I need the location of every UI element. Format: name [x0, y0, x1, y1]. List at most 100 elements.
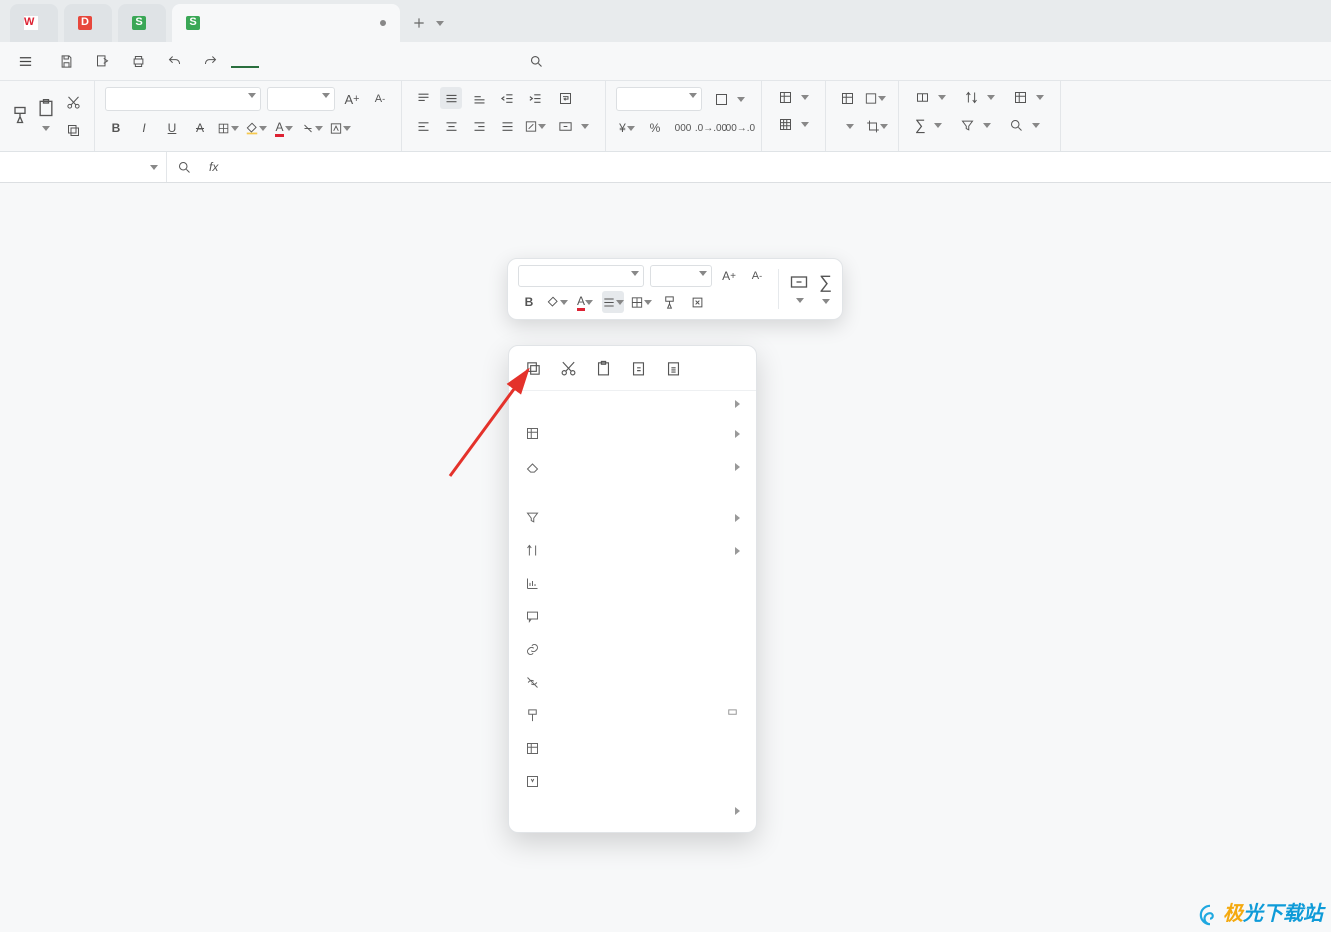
ctx-clear[interactable]: [509, 450, 756, 483]
ctx-cut-icon[interactable]: [560, 360, 577, 380]
mini-clear-icon[interactable]: [686, 291, 708, 313]
fill-color-icon[interactable]: [245, 117, 267, 139]
menu-formula[interactable]: [315, 55, 343, 67]
find-button[interactable]: [1003, 115, 1046, 136]
menu-view[interactable]: [399, 55, 427, 67]
mini-font-color-icon[interactable]: A: [574, 291, 596, 313]
ctx-format-painter[interactable]: [509, 699, 756, 732]
align-bottom-icon[interactable]: [468, 87, 490, 109]
justify-icon[interactable]: [496, 115, 518, 137]
align-top-icon[interactable]: [412, 87, 434, 109]
font-size-select[interactable]: [267, 87, 335, 111]
menu-insert[interactable]: [259, 55, 287, 67]
menu-efficiency[interactable]: [483, 55, 511, 67]
phonetic-icon[interactable]: [329, 117, 351, 139]
menu-member[interactable]: [455, 55, 483, 67]
currency-icon[interactable]: ¥: [616, 117, 638, 139]
fx-icon[interactable]: fx: [201, 160, 226, 174]
wrap-button[interactable]: [552, 88, 583, 109]
file-menu[interactable]: [10, 50, 45, 73]
zoom-search-icon[interactable]: [173, 156, 195, 178]
convert-button[interactable]: [708, 89, 751, 110]
menu-review[interactable]: [371, 55, 399, 67]
indent-inc-icon[interactable]: [524, 87, 546, 109]
align-center-icon[interactable]: [440, 115, 462, 137]
dec-inc-icon[interactable]: .0→.00: [700, 117, 722, 139]
ctx-paste-icon[interactable]: [595, 360, 612, 380]
increase-font-icon[interactable]: A+: [341, 88, 363, 110]
fill-button[interactable]: [909, 87, 952, 108]
thousands-icon[interactable]: 000: [672, 117, 694, 139]
mini-dec-font-icon[interactable]: A-: [746, 265, 768, 287]
mini-font-size[interactable]: [650, 265, 712, 287]
paste-button[interactable]: [36, 98, 56, 134]
align-middle-icon[interactable]: [440, 87, 462, 109]
ctx-remove-hyperlink[interactable]: [509, 666, 756, 699]
strike-icon[interactable]: A: [189, 117, 211, 139]
copy-icon[interactable]: [62, 119, 84, 141]
name-box[interactable]: [0, 152, 167, 182]
save-icon[interactable]: [55, 50, 77, 72]
tab-workbook1[interactable]: S: [118, 4, 166, 42]
ctx-copy-icon[interactable]: [525, 360, 542, 380]
cut-icon[interactable]: [62, 91, 84, 113]
border-icon[interactable]: [217, 117, 239, 139]
mini-align-icon[interactable]: [602, 291, 624, 313]
clear-format-icon[interactable]: [301, 117, 323, 139]
mini-merge-button[interactable]: [789, 272, 809, 306]
format-painter-button[interactable]: [10, 105, 30, 127]
align-left-icon[interactable]: [412, 115, 434, 137]
dec-dec-icon[interactable]: .00→.0: [728, 117, 750, 139]
freeze-button[interactable]: [1007, 87, 1050, 108]
sum-button[interactable]: ∑: [909, 114, 948, 137]
ctx-paste-text-icon[interactable]: [630, 360, 647, 380]
crop-icon[interactable]: [866, 115, 888, 137]
ctx-hyperlink[interactable]: [509, 633, 756, 666]
mini-border-icon[interactable]: [630, 291, 652, 313]
cond-format-button[interactable]: [836, 121, 860, 132]
percent-icon[interactable]: %: [644, 117, 666, 139]
bold-icon[interactable]: B: [105, 117, 127, 139]
ctx-more[interactable]: [509, 798, 756, 824]
mini-format-painter-icon[interactable]: [658, 291, 680, 313]
ctx-cell-format[interactable]: [509, 732, 756, 765]
orientation-icon[interactable]: [524, 115, 546, 137]
align-right-icon[interactable]: [468, 115, 490, 137]
mini-bold-icon[interactable]: B: [518, 291, 540, 313]
cell-style-icon[interactable]: [864, 87, 886, 109]
table-style-icon[interactable]: [836, 87, 858, 109]
italic-icon[interactable]: I: [133, 117, 155, 139]
worksheet-button[interactable]: [772, 114, 815, 135]
sort-button[interactable]: [958, 87, 1001, 108]
ctx-insert-chart[interactable]: [509, 567, 756, 600]
decrease-font-icon[interactable]: A-: [369, 88, 391, 110]
mini-font-name[interactable]: [518, 265, 644, 287]
rows-cols-button[interactable]: [772, 87, 815, 108]
tab-template[interactable]: D: [64, 4, 112, 42]
export-icon[interactable]: [91, 50, 113, 72]
menu-data[interactable]: [343, 55, 371, 67]
ctx-insert[interactable]: [509, 417, 756, 450]
ctx-filter[interactable]: [509, 501, 756, 534]
menu-tools[interactable]: [427, 55, 455, 67]
tab-product-xlsx[interactable]: S: [172, 4, 400, 42]
ctx-table-beautify[interactable]: [509, 765, 756, 798]
ctx-delete[interactable]: [509, 391, 756, 417]
font-color-icon[interactable]: A: [273, 117, 295, 139]
mini-sum-button[interactable]: ∑: [819, 272, 832, 307]
merge-button[interactable]: [552, 116, 595, 137]
menu-page[interactable]: [287, 55, 315, 67]
mini-fill-icon[interactable]: [546, 291, 568, 313]
ctx-pick-list[interactable]: [509, 483, 756, 501]
print-icon[interactable]: [127, 50, 149, 72]
mini-inc-font-icon[interactable]: A+: [718, 265, 740, 287]
search-icon[interactable]: [525, 50, 547, 72]
filter-button[interactable]: [954, 115, 997, 136]
underline-icon[interactable]: U: [161, 117, 183, 139]
font-name-select[interactable]: [105, 87, 261, 111]
tab-wps-office[interactable]: W: [10, 4, 58, 42]
undo-icon[interactable]: [163, 50, 185, 72]
tab-list-chevron-icon[interactable]: [436, 21, 444, 26]
indent-dec-icon[interactable]: [496, 87, 518, 109]
redo-icon[interactable]: [199, 50, 221, 72]
